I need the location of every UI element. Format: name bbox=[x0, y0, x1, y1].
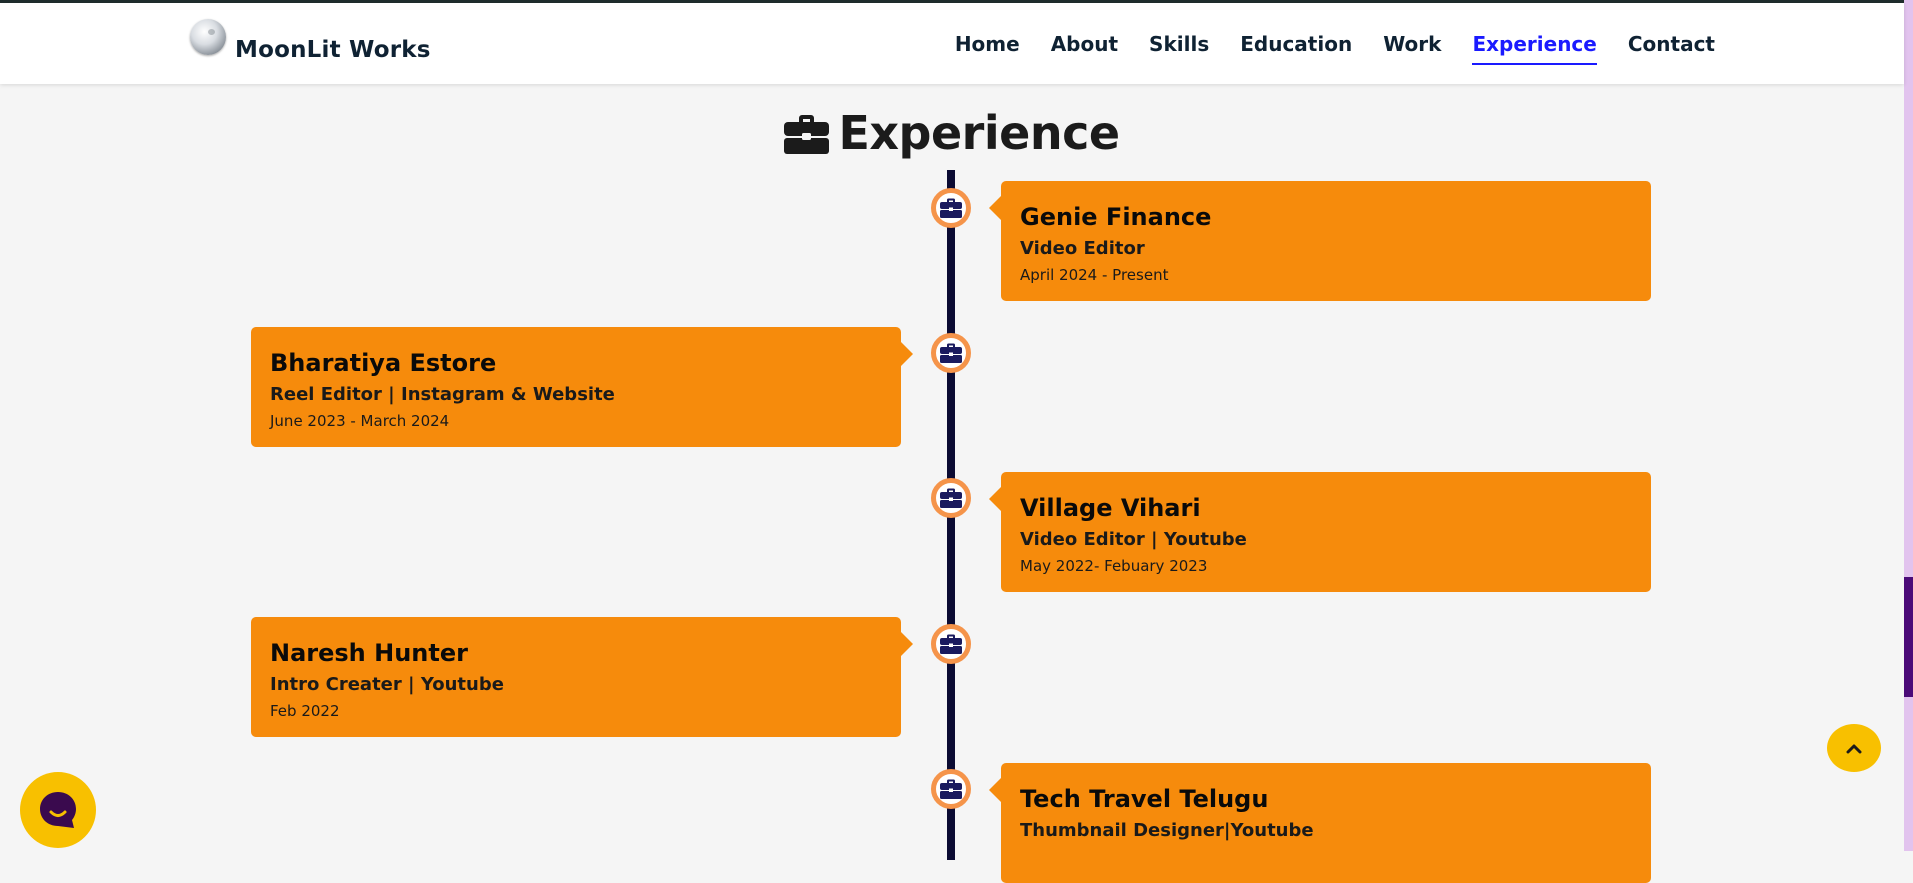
job-role: Reel Editor | Instagram & Website bbox=[270, 384, 615, 405]
nav-home[interactable]: Home bbox=[955, 31, 1020, 65]
brand-logo-link[interactable]: MoonLit Works bbox=[190, 19, 431, 63]
company-name: Tech Travel Telugu bbox=[1020, 785, 1269, 813]
main-nav: Home About Skills Education Work Experie… bbox=[924, 31, 1715, 65]
nav-experience[interactable]: Experience bbox=[1472, 31, 1597, 65]
briefcase-icon bbox=[940, 779, 962, 799]
chat-widget-button[interactable] bbox=[20, 772, 96, 848]
brand-name: MoonLit Works bbox=[235, 37, 431, 63]
section-heading: Experience bbox=[0, 106, 1904, 160]
experience-card: Tech Travel Telugu Thumbnail Designer|Yo… bbox=[989, 763, 1651, 883]
job-dates: Feb 2022 bbox=[270, 702, 340, 720]
experience-card: Village Vihari Video Editor | Youtube Ma… bbox=[989, 472, 1651, 592]
company-name: Bharatiya Estore bbox=[270, 349, 497, 377]
job-role: Video Editor bbox=[1020, 238, 1145, 259]
job-dates: June 2023 - March 2024 bbox=[270, 412, 450, 430]
chat-bubble-icon bbox=[40, 792, 76, 828]
nav-education[interactable]: Education bbox=[1240, 31, 1352, 65]
timeline-node bbox=[931, 333, 971, 373]
experience-card: Genie Finance Video Editor April 2024 - … bbox=[989, 181, 1651, 301]
timeline-node bbox=[931, 188, 971, 228]
briefcase-icon bbox=[940, 198, 962, 218]
briefcase-icon bbox=[940, 634, 962, 654]
job-role: Thumbnail Designer|Youtube bbox=[1020, 820, 1314, 841]
scrollbar-thumb[interactable] bbox=[1904, 577, 1913, 697]
nav-skills[interactable]: Skills bbox=[1149, 31, 1209, 65]
timeline-node bbox=[931, 624, 971, 664]
company-name: Village Vihari bbox=[1020, 494, 1201, 522]
briefcase-icon bbox=[784, 115, 830, 154]
job-dates: April 2024 - Present bbox=[1020, 266, 1169, 284]
timeline-node bbox=[931, 769, 971, 809]
chevron-up-icon bbox=[1846, 744, 1862, 754]
experience-card: Bharatiya Estore Reel Editor | Instagram… bbox=[251, 327, 913, 447]
company-name: Naresh Hunter bbox=[270, 639, 468, 667]
job-role: Video Editor | Youtube bbox=[1020, 529, 1247, 550]
nav-about[interactable]: About bbox=[1051, 31, 1118, 65]
company-name: Genie Finance bbox=[1020, 203, 1212, 231]
nav-contact[interactable]: Contact bbox=[1628, 31, 1715, 65]
moon-icon bbox=[190, 19, 226, 55]
briefcase-icon bbox=[940, 343, 962, 363]
site-header: MoonLit Works Home About Skills Educatio… bbox=[0, 3, 1904, 84]
experience-card: Naresh Hunter Intro Creater | Youtube Fe… bbox=[251, 617, 913, 737]
job-dates: May 2022- Febuary 2023 bbox=[1020, 557, 1208, 575]
job-role: Intro Creater | Youtube bbox=[270, 674, 504, 695]
section-title: Experience bbox=[838, 106, 1120, 160]
scroll-to-top-button[interactable] bbox=[1827, 724, 1881, 772]
briefcase-icon bbox=[940, 488, 962, 508]
scrollbar-track[interactable] bbox=[1904, 0, 1913, 851]
nav-work[interactable]: Work bbox=[1383, 31, 1441, 65]
timeline-node bbox=[931, 478, 971, 518]
